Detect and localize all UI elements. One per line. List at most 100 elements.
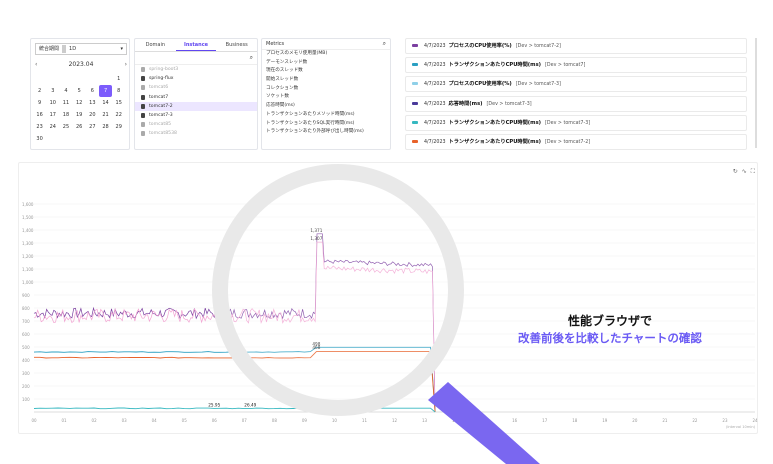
series-date: 4/7/2023 xyxy=(424,140,446,145)
series-item[interactable]: 4/7/2023 トランザクションあたりCPU時間(ms) [Dev > tomca… xyxy=(405,134,747,150)
tree-list: spring-boot3 spring-flux tomcat6 tomcat7 tom… xyxy=(135,65,257,139)
database-icon xyxy=(141,85,145,91)
series-color-swatch xyxy=(412,63,418,67)
series-item[interactable]: 4/7/2023 トランザクションあたりCPU時間(ms) [Dev > tomca… xyxy=(405,114,747,131)
period-label: 統合期間 xyxy=(39,46,60,52)
calendar-day[interactable]: 14 xyxy=(99,97,112,109)
calendar-day[interactable]: 20 xyxy=(86,109,99,121)
calendar-day[interactable]: 10 xyxy=(46,97,59,109)
tree-item[interactable]: tomcat7-2 xyxy=(135,101,257,111)
metric-item[interactable]: トランザクションあたりSQL実行時間(ms) xyxy=(262,120,390,129)
calendar-day[interactable]: 19 xyxy=(73,109,86,121)
database-icon xyxy=(141,76,145,82)
calendar-day[interactable]: 22 xyxy=(112,109,125,121)
calendar-day[interactable]: 26 xyxy=(73,121,86,133)
series-color-swatch xyxy=(412,44,418,47)
series-panel: 4/7/2023 プロセスのCPU使用率(%) [Dev > tomcat7-2] 4… xyxy=(401,36,757,152)
database-icon xyxy=(141,122,145,128)
tree-item[interactable]: tomcat7 xyxy=(135,93,257,102)
calendar-day[interactable]: 30 xyxy=(33,133,46,145)
calendar-day[interactable]: 6 xyxy=(86,85,99,97)
calendar-panel: 統合期間 1D ▾ ‹ 2023.04 › 1 2 3 4 5 6 7 8 9 10 11 12 13 14… xyxy=(30,38,130,150)
series-item[interactable]: 4/7/2023 トランザクションあたりCPU時間(ms) [Dev > tomca… xyxy=(405,57,747,74)
calendar-day[interactable]: 2 xyxy=(33,85,46,97)
metrics-panel: Metrics ⌕ プロセスのメモリ使用量(MB) デーモンスレッド数 現在のスレッ… xyxy=(261,38,391,150)
tree-item-label: tomcat8538 xyxy=(149,131,177,137)
tab-instance[interactable]: Instance xyxy=(175,39,217,51)
calendar-day[interactable]: 3 xyxy=(46,85,59,97)
search-icon[interactable]: ⌕ xyxy=(383,39,386,49)
tree-item[interactable]: tomcat7-3 xyxy=(135,111,257,120)
tab-domain[interactable]: Domain xyxy=(135,39,176,51)
series-name: プロセスのCPU使用率(%) xyxy=(448,81,512,88)
series-name: トランザクションあたりCPU時間(ms) xyxy=(448,139,542,145)
metric-item[interactable]: トランザクションあたりメソッド時間(ms) xyxy=(262,111,390,120)
tree-item[interactable]: tomcat85 xyxy=(135,120,257,129)
metric-item[interactable]: プロセスのメモリ使用量(MB) xyxy=(262,50,390,59)
series-item[interactable]: 4/7/2023 プロセスのCPU使用率(%) [Dev > tomcat7-2] xyxy=(405,38,747,54)
calendar-day[interactable]: 8 xyxy=(112,85,125,97)
calendar-day[interactable]: 15 xyxy=(112,97,125,109)
series-scrollbar[interactable] xyxy=(755,38,757,148)
calendar-day[interactable]: 13 xyxy=(86,97,99,109)
tree-search[interactable]: ⌕ xyxy=(135,52,257,65)
tree-item-label: spring-flux xyxy=(149,76,174,82)
calendar-day[interactable]: 12 xyxy=(73,97,86,109)
calendar-day[interactable]: 16 xyxy=(33,109,46,121)
series-name: トランザクションあたりCPU時間(ms) xyxy=(448,62,542,69)
series-item[interactable]: 4/7/2023 プロセスのCPU使用率(%) [Dev > tomcat7-3] xyxy=(405,76,747,93)
calendar-day[interactable]: 4 xyxy=(59,85,72,97)
metric-item[interactable]: 開始スレッド数 xyxy=(262,76,390,85)
metric-item[interactable]: 応答時間(ms) xyxy=(262,102,390,111)
calendar-day[interactable]: 29 xyxy=(112,121,125,133)
series-item[interactable]: 4/7/2023 応答時間(ms) [Dev > tomcat7-3] xyxy=(405,95,747,112)
database-icon xyxy=(141,67,145,72)
chart-toolbar: ↻∿⛶ xyxy=(733,168,759,176)
metric-item[interactable]: デーモンスレッド数 xyxy=(262,59,390,68)
tree-item-label: spring-boot3 xyxy=(149,67,179,72)
calendar-day[interactable]: 21 xyxy=(99,109,112,121)
metric-item[interactable]: トランザクションあたり外部呼び出し時間(ms) xyxy=(262,128,390,137)
series-instance: [Dev > tomcat7-3] xyxy=(515,82,561,88)
calendar-day[interactable]: 1 xyxy=(112,73,125,85)
calendar-day[interactable]: 24 xyxy=(46,121,59,133)
series-color-swatch xyxy=(412,82,418,86)
tree-item-label: tomcat7-3 xyxy=(149,112,173,118)
month-nav: ‹ 2023.04 › xyxy=(35,61,127,68)
next-month-icon[interactable]: › xyxy=(125,61,127,68)
search-icon: ⌕ xyxy=(249,54,253,61)
metric-item[interactable]: コレクション数 xyxy=(262,85,390,94)
metric-list: プロセスのメモリ使用量(MB) デーモンスレッド数 現在のスレッド数 開始スレッド数コ… xyxy=(262,50,390,137)
calendar-day[interactable]: 17 xyxy=(46,109,59,121)
metrics-header: Metrics ⌕ xyxy=(262,39,390,50)
calendar-day[interactable]: 18 xyxy=(59,109,72,121)
tree-item-label: tomcat85 xyxy=(149,122,172,128)
metric-item[interactable]: 現在のスレッド数 xyxy=(262,67,390,76)
tree-item[interactable]: spring-flux xyxy=(135,74,257,83)
prev-month-icon[interactable]: ‹ xyxy=(35,61,37,68)
calendar-day[interactable]: 9 xyxy=(33,97,46,109)
calendar-day[interactable]: 28 xyxy=(99,121,112,133)
database-icon xyxy=(141,103,145,109)
tree-item[interactable]: tomcat6 xyxy=(135,83,257,92)
calendar-day[interactable]: 11 xyxy=(59,97,72,109)
metrics-title: Metrics xyxy=(266,41,285,47)
calendar-grid: 1 2 3 4 5 6 7 8 9 10 11 12 13 14 15 16 17 18 19 20 21 22 23 24 2… xyxy=(33,73,129,145)
calendar-day[interactable]: 27 xyxy=(86,121,99,133)
calendar-day[interactable]: 25 xyxy=(59,121,72,133)
metric-item[interactable]: ソケット数 xyxy=(262,93,390,102)
fullscreen-icon[interactable]: ⛶ xyxy=(751,168,759,175)
series-name: プロセスのCPU使用率(%) xyxy=(448,43,512,49)
tab-business[interactable]: Business xyxy=(216,39,257,51)
chart-icon[interactable]: ∿ xyxy=(742,168,751,175)
tree-item[interactable]: tomcat8538 xyxy=(135,129,257,138)
calendar-day[interactable]: 23 xyxy=(33,121,46,133)
period-value: 1D xyxy=(69,46,77,52)
series-date: 4/7/2023 xyxy=(424,63,446,69)
calendar-day[interactable]: 5 xyxy=(73,85,86,97)
calendar-day[interactable]: 7 xyxy=(98,85,113,97)
period-dropdown[interactable]: 統合期間 1D ▾ xyxy=(35,43,127,55)
refresh-icon[interactable]: ↻ xyxy=(733,168,742,175)
series-name: トランザクションあたりCPU時間(ms) xyxy=(448,119,542,126)
tree-item[interactable]: spring-boot3 xyxy=(135,65,257,74)
